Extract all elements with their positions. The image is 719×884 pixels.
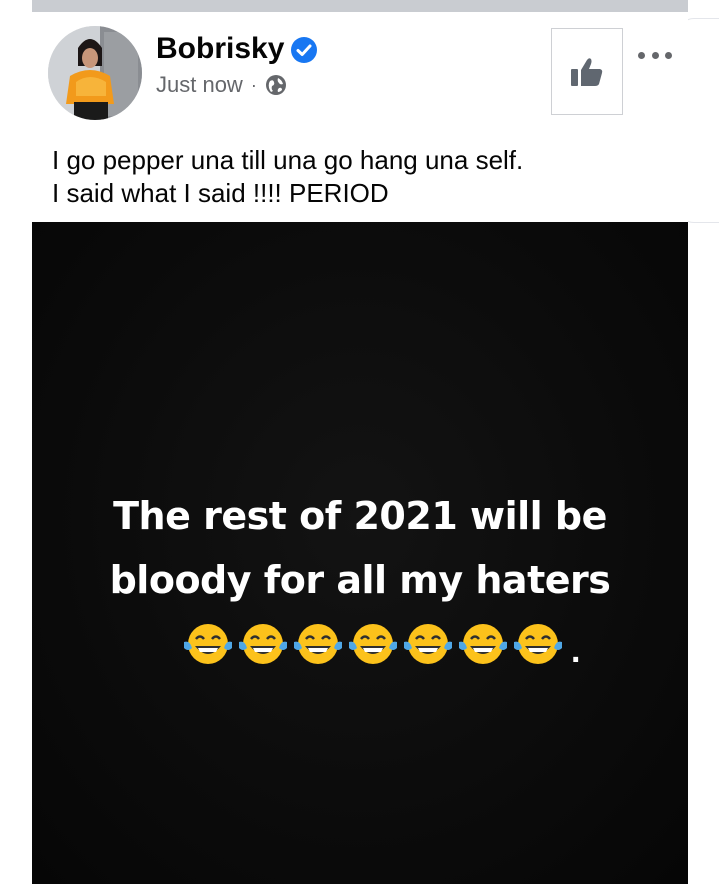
meta-separator: · <box>250 74 257 95</box>
tears-of-joy-icon <box>459 624 507 664</box>
more-dot <box>638 52 645 59</box>
emoji-row: . <box>182 620 580 668</box>
post-caption: I go pepper una till una go hang una sel… <box>52 144 523 210</box>
caption-line: I go pepper una till una go hang una sel… <box>52 145 524 175</box>
tears-of-joy-icon <box>514 624 562 664</box>
post-card: Bobrisky Just now · I go pepper una till… <box>32 12 688 884</box>
post-meta: Just now · <box>156 72 287 98</box>
emoji-trailing-period: . <box>571 632 581 670</box>
tears-of-joy-icon <box>184 624 232 664</box>
feed-divider <box>32 0 688 12</box>
tears-of-joy-icon <box>404 624 452 664</box>
thumbs-up-icon <box>571 57 603 86</box>
globe-icon <box>265 75 286 95</box>
more-dot <box>665 52 672 59</box>
avatar-image <box>48 26 142 120</box>
post-timestamp[interactable]: Just now <box>156 72 243 98</box>
caption-line: I said what I said !!!! PERIOD <box>52 178 389 208</box>
author-avatar[interactable] <box>48 26 142 120</box>
image-text-line: The rest of 2021 will be <box>113 494 607 538</box>
image-text-line: bloody for all my haters <box>109 558 611 602</box>
verified-badge-icon <box>291 37 317 63</box>
more-dot <box>651 52 659 59</box>
tears-of-joy-icon <box>239 624 287 664</box>
image-caption: The rest of 2021 will be bloody for all … <box>32 484 688 612</box>
author-name[interactable]: Bobrisky <box>156 34 284 64</box>
tears-of-joy-icon <box>349 624 397 664</box>
like-button[interactable] <box>551 28 623 115</box>
tears-of-joy-icon <box>294 624 342 664</box>
more-options-icon[interactable] <box>638 52 672 62</box>
post-image[interactable]: The rest of 2021 will be bloody for all … <box>32 222 688 884</box>
